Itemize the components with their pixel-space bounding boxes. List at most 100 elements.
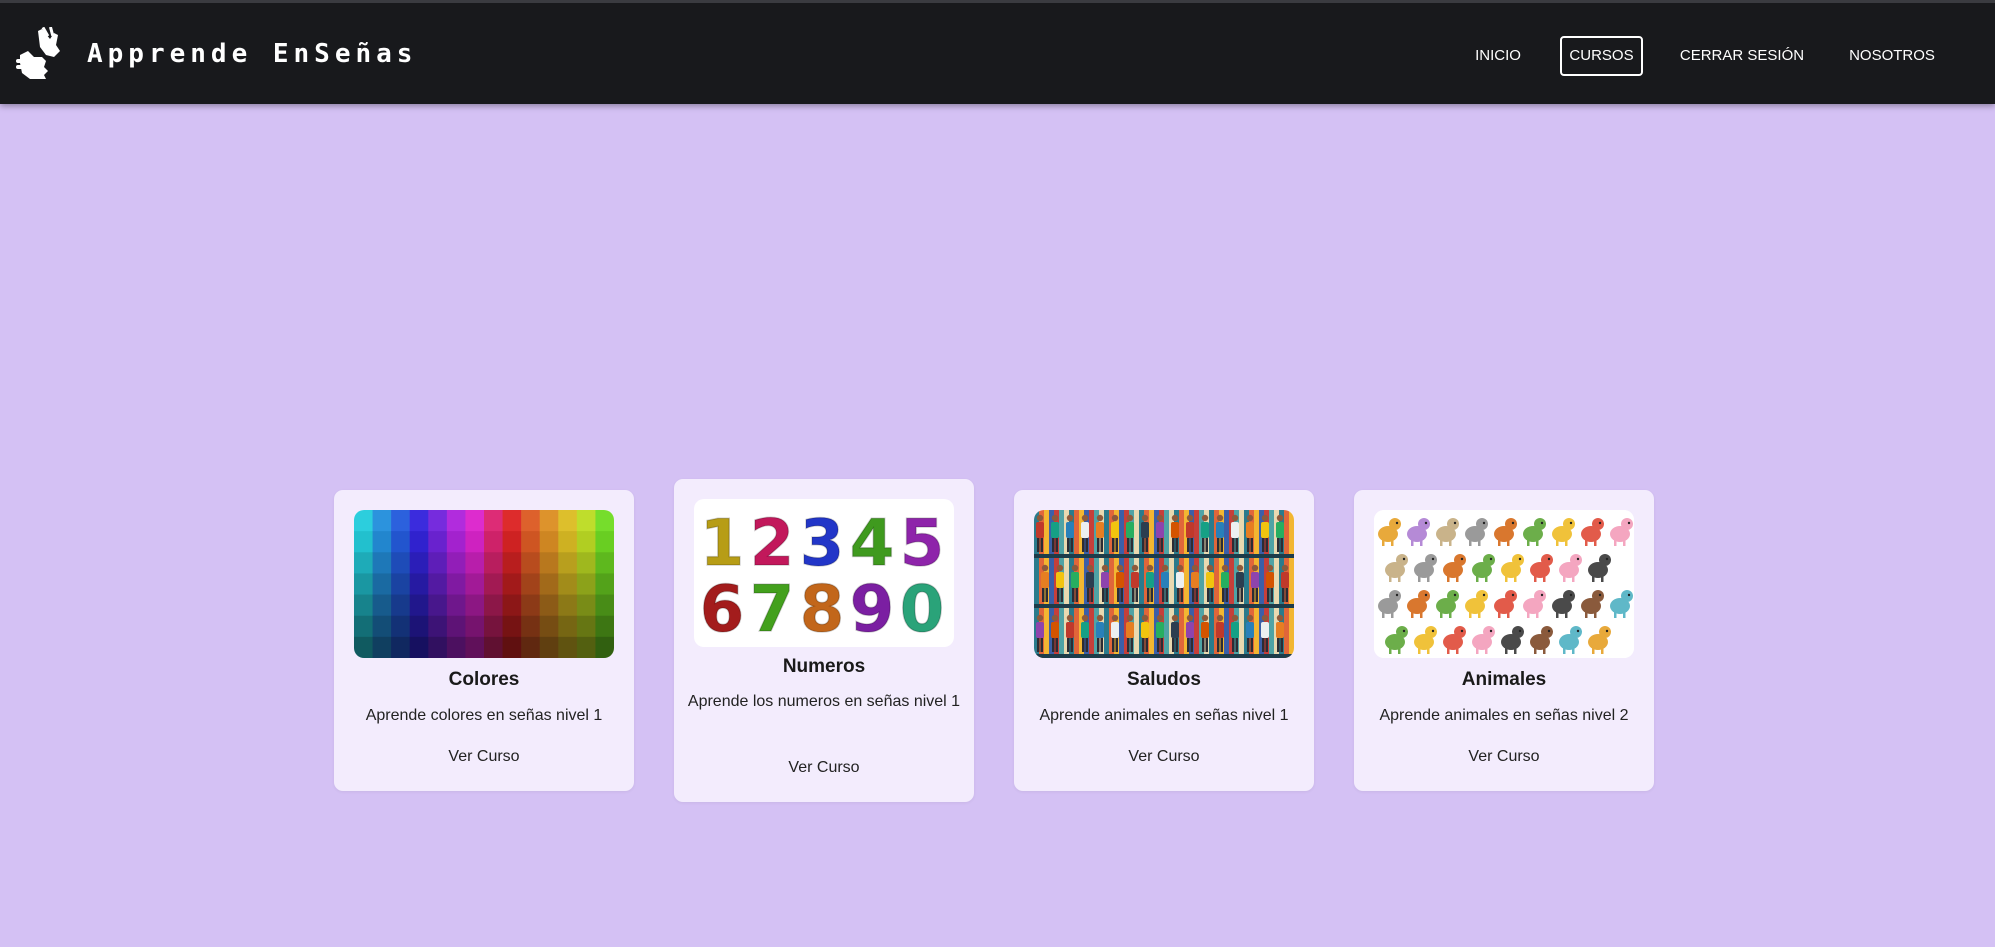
person-leg bbox=[1222, 588, 1225, 602]
nav-inicio[interactable]: INICIO bbox=[1464, 36, 1532, 76]
animal-leg bbox=[1572, 648, 1575, 654]
animal-eye bbox=[1511, 521, 1515, 525]
person-body bbox=[1156, 622, 1164, 638]
animal-eye bbox=[1482, 521, 1486, 525]
numbers-image-digit: 0 bbox=[900, 573, 945, 647]
person-leg bbox=[1270, 588, 1273, 602]
person-leg bbox=[1085, 638, 1088, 652]
animal-leg bbox=[1398, 648, 1401, 654]
animal-leg bbox=[1536, 540, 1539, 546]
animal-eye bbox=[1569, 521, 1573, 525]
animal-eye bbox=[1569, 593, 1573, 597]
animal-leg bbox=[1382, 540, 1385, 546]
person-leg bbox=[1157, 538, 1160, 552]
palette-swatch bbox=[391, 636, 411, 658]
person-body bbox=[1176, 572, 1184, 588]
person-leg bbox=[1090, 588, 1093, 602]
palette-swatch bbox=[391, 615, 411, 638]
animal-head bbox=[1483, 626, 1495, 638]
animal-leg bbox=[1594, 540, 1597, 546]
animal-head bbox=[1389, 590, 1401, 602]
person-leg bbox=[1192, 588, 1195, 602]
palette-swatch bbox=[428, 510, 448, 532]
palette-swatch bbox=[428, 636, 448, 658]
person-head bbox=[1156, 614, 1164, 622]
nav-cursos[interactable]: CURSOS bbox=[1560, 36, 1643, 76]
course-card-colores: Colores Aprende colores en señas nivel 1… bbox=[334, 490, 634, 791]
animal-eye bbox=[1489, 557, 1493, 561]
nav-nosotros[interactable]: NOSOTROS bbox=[1842, 36, 1942, 76]
person-head bbox=[1041, 564, 1049, 572]
animal-leg bbox=[1534, 648, 1537, 654]
person-head bbox=[1171, 614, 1179, 622]
person-leg bbox=[1055, 538, 1058, 552]
palette-swatch bbox=[484, 636, 504, 658]
person-head bbox=[1036, 614, 1044, 622]
ver-curso-link[interactable]: Ver Curso bbox=[674, 759, 974, 777]
person-body bbox=[1081, 622, 1089, 638]
animal-eye bbox=[1453, 521, 1457, 525]
person-leg bbox=[1190, 538, 1193, 552]
palette-swatch bbox=[391, 552, 411, 574]
person-leg bbox=[1115, 638, 1118, 652]
person-leg bbox=[1180, 588, 1183, 602]
palette-swatch bbox=[539, 552, 559, 574]
palette-swatch bbox=[446, 573, 466, 596]
animal-leg bbox=[1514, 648, 1517, 654]
palette-swatch bbox=[595, 510, 614, 532]
animal-head bbox=[1599, 626, 1611, 638]
person-head bbox=[1101, 564, 1109, 572]
animal-head bbox=[1447, 518, 1459, 530]
person-head bbox=[1096, 514, 1104, 522]
course-card-animales: Animales Aprende animales en señas nivel… bbox=[1354, 490, 1654, 791]
palette-swatch bbox=[354, 594, 374, 617]
animal-leg bbox=[1614, 612, 1617, 618]
color-palette-image bbox=[354, 510, 614, 658]
person-leg bbox=[1175, 538, 1178, 552]
animal-leg bbox=[1420, 612, 1423, 618]
person-leg bbox=[1210, 588, 1213, 602]
person-head bbox=[1086, 564, 1094, 572]
palette-swatch bbox=[521, 594, 541, 617]
person-leg bbox=[1112, 638, 1115, 652]
person-leg bbox=[1255, 588, 1258, 602]
palette-swatch bbox=[595, 531, 614, 553]
animal-leg bbox=[1391, 540, 1394, 546]
brand-name[interactable]: Apprende EnSeñas bbox=[87, 39, 417, 69]
person-head bbox=[1176, 564, 1184, 572]
animal-head bbox=[1570, 554, 1582, 566]
person-leg bbox=[1145, 538, 1148, 552]
palette-swatch bbox=[484, 531, 504, 553]
person-leg bbox=[1097, 638, 1100, 652]
animal-leg bbox=[1447, 576, 1450, 582]
animal-head bbox=[1621, 590, 1633, 602]
palette-swatch bbox=[576, 636, 596, 658]
person-leg bbox=[1042, 588, 1045, 602]
palette-swatch bbox=[354, 615, 374, 638]
animal-eye bbox=[1511, 593, 1515, 597]
person-body bbox=[1051, 522, 1059, 538]
person-body bbox=[1036, 622, 1044, 638]
person-head bbox=[1276, 514, 1284, 522]
palette-swatch bbox=[372, 594, 392, 617]
person-leg bbox=[1220, 538, 1223, 552]
animal-head bbox=[1454, 626, 1466, 638]
nav-cerrar-sesion[interactable]: CERRAR SESIÓN bbox=[1674, 36, 1810, 76]
person-leg bbox=[1057, 588, 1060, 602]
person-leg bbox=[1037, 538, 1040, 552]
hand-sign-icon[interactable] bbox=[16, 27, 62, 81]
person-body bbox=[1141, 622, 1149, 638]
person-leg bbox=[1160, 638, 1163, 652]
person-leg bbox=[1075, 588, 1078, 602]
ver-curso-link[interactable]: Ver Curso bbox=[1354, 748, 1654, 766]
person-leg bbox=[1172, 638, 1175, 652]
palette-swatch bbox=[372, 615, 392, 638]
ver-curso-link[interactable]: Ver Curso bbox=[334, 748, 634, 766]
course-image-animales bbox=[1374, 510, 1634, 658]
ver-curso-link[interactable]: Ver Curso bbox=[1014, 748, 1314, 766]
person-body bbox=[1266, 572, 1274, 588]
person-body bbox=[1246, 522, 1254, 538]
animal-head bbox=[1621, 518, 1633, 530]
person-body bbox=[1131, 572, 1139, 588]
palette-swatch bbox=[354, 573, 374, 596]
